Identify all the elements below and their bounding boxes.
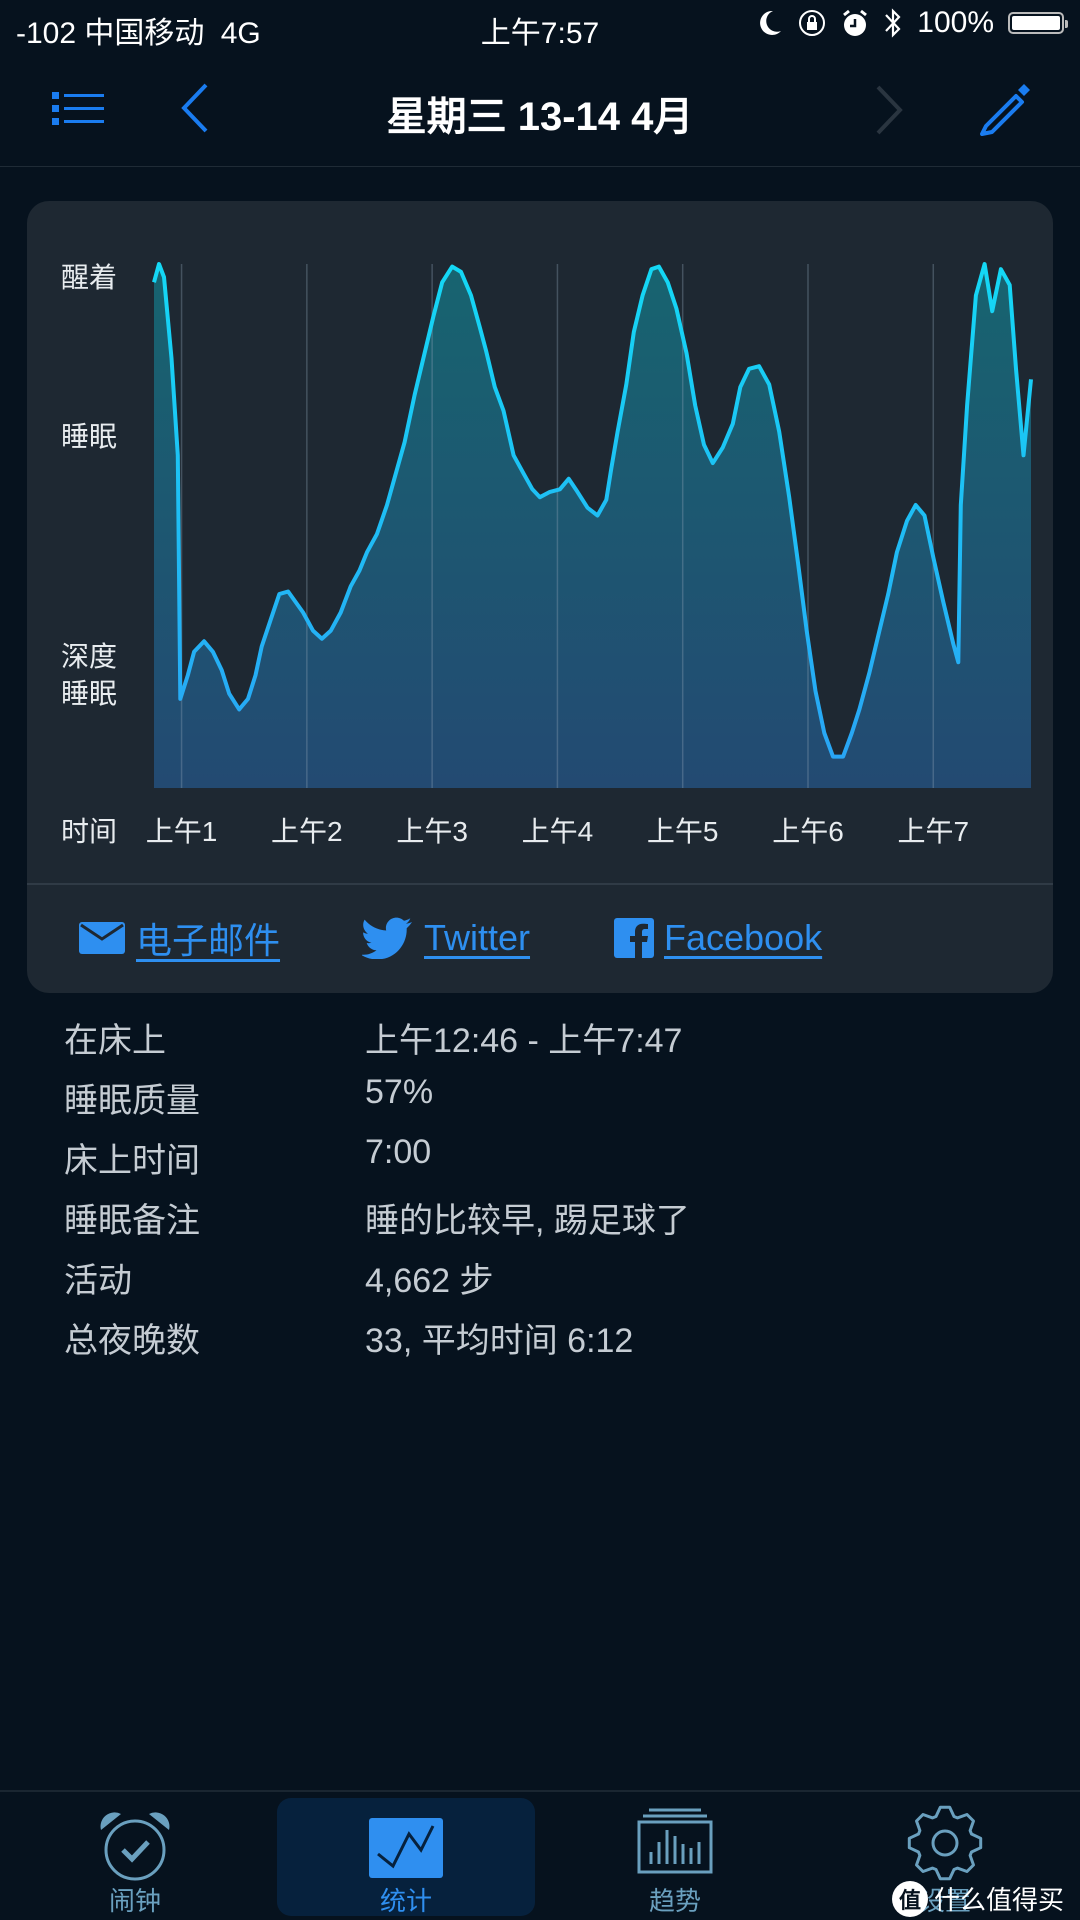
- stat-label: 睡眠备注: [64, 1202, 200, 1240]
- stat-value: 57%: [365, 1073, 434, 1111]
- x-tick-label: 上午3: [396, 816, 468, 847]
- x-tick-label: 上午4: [521, 816, 594, 847]
- sleep-area-fill: [154, 264, 1031, 788]
- x-tick-label: 上午7: [897, 816, 970, 847]
- stat-value: 33, 平均时间 6:12: [365, 1322, 634, 1360]
- stat-label: 睡眠质量: [64, 1082, 200, 1120]
- share-email-label: 电子邮件: [136, 920, 281, 961]
- watermark-badge: 值: [891, 1880, 928, 1917]
- stat-value: 睡的比较早, 踢足球了: [365, 1202, 690, 1240]
- share-twitter-label: Twitter: [424, 917, 531, 958]
- alarm-clock-icon: [100, 1812, 170, 1881]
- stat-label: 床上时间: [64, 1142, 200, 1180]
- watermark-text: 什么值得买: [933, 1885, 1064, 1915]
- twitter-bird-icon: [362, 917, 412, 959]
- share-email-link[interactable]: 电子邮件: [78, 910, 280, 966]
- envelope-icon: [79, 922, 125, 954]
- tab-alarm[interactable]: 闹钟: [6, 1798, 264, 1916]
- stat-value: 7:00: [365, 1133, 432, 1171]
- x-tick-label: 上午5: [646, 816, 719, 847]
- stat-label: 在床上: [64, 1022, 166, 1060]
- x-tick-label: 上午2: [271, 816, 343, 847]
- statistics-chart-icon: [369, 1818, 443, 1878]
- x-tick-label: 上午6: [772, 816, 844, 847]
- stat-value: 4,662 步: [365, 1262, 494, 1300]
- share-facebook-link[interactable]: Facebook: [614, 910, 822, 966]
- watermark: 值 什么值得买: [891, 1880, 1064, 1917]
- stat-value: 上午12:46 - 上午7:47: [365, 1022, 683, 1060]
- tab-statistics-label: 统计: [379, 1886, 432, 1916]
- tab-trends[interactable]: 趋势: [546, 1798, 804, 1916]
- stat-label: 总夜晚数: [64, 1322, 200, 1360]
- facebook-icon: [614, 918, 654, 958]
- sleep-chart: [152, 262, 1033, 788]
- card-divider: [27, 883, 1053, 885]
- x-tick-label: 上午1: [145, 816, 218, 847]
- tab-statistics[interactable]: 统计: [277, 1798, 535, 1916]
- gear-icon: [907, 1805, 983, 1881]
- trends-bar-chart-icon: [637, 1808, 713, 1874]
- stat-label: 活动: [64, 1262, 132, 1300]
- share-twitter-link[interactable]: Twitter: [362, 910, 530, 966]
- share-facebook-label: Facebook: [664, 917, 823, 958]
- tab-alarm-label: 闹钟: [108, 1886, 161, 1916]
- tab-trends-label: 趋势: [648, 1886, 701, 1916]
- tab-bar-divider: [0, 1790, 1080, 1792]
